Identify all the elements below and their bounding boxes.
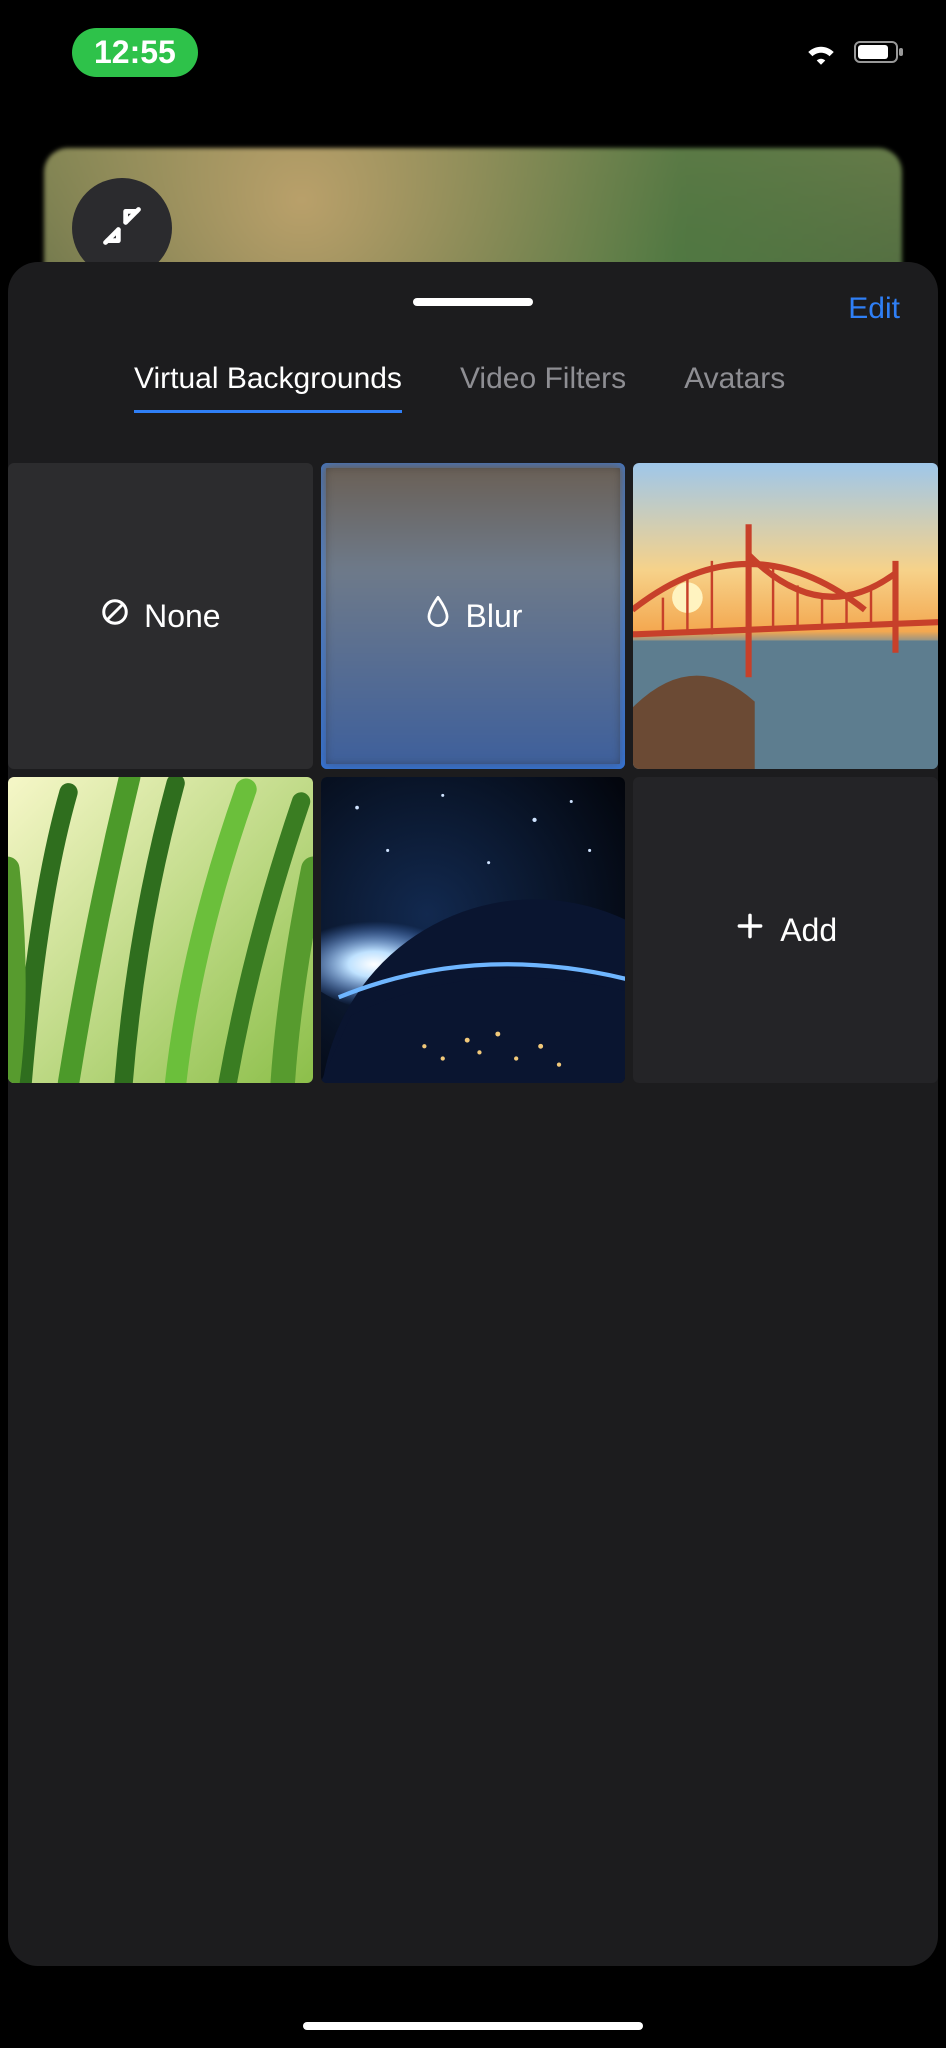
tab-avatars[interactable]: Avatars [684,362,785,413]
sheet-grabber[interactable] [413,298,533,306]
droplet-icon [424,595,452,637]
background-tile-blur[interactable]: Blur [321,463,626,769]
collapse-icon [100,204,144,253]
tab-virtual-backgrounds[interactable]: Virtual Backgrounds [134,362,402,413]
backgrounds-grid: None Blur [8,463,938,1083]
plus-icon [734,910,766,950]
background-tile-none[interactable]: None [8,463,313,769]
earth-image [321,777,626,1083]
edit-button[interactable]: Edit [848,292,900,326]
tile-text: Add [780,912,837,949]
none-icon [100,597,130,635]
tile-text: None [144,598,221,635]
grass-image [8,777,313,1083]
tile-label: Add [734,910,837,950]
background-tile-earth[interactable] [321,777,626,1083]
recording-time-pill[interactable]: 12:55 [72,28,198,77]
background-tile-grass[interactable] [8,777,313,1083]
home-indicator[interactable] [303,2022,643,2030]
screen: 12:55 Edit Virtual Backgrounds Video Fil… [0,0,946,2048]
sheet-header: Edit [8,262,938,358]
battery-icon [854,39,906,65]
tile-label: None [100,597,221,635]
status-icons [804,39,906,65]
background-tile-add[interactable]: Add [633,777,938,1083]
tile-text: Blur [466,598,523,635]
backgrounds-sheet: Edit Virtual Backgrounds Video Filters A… [8,262,938,1966]
golden-gate-image [633,463,938,769]
background-tile-golden-gate[interactable] [633,463,938,769]
tabs: Virtual Backgrounds Video Filters Avatar… [8,358,938,413]
wifi-icon [804,39,838,65]
status-bar: 12:55 [0,24,946,80]
tab-video-filters[interactable]: Video Filters [460,362,626,413]
tile-label: Blur [424,595,523,637]
